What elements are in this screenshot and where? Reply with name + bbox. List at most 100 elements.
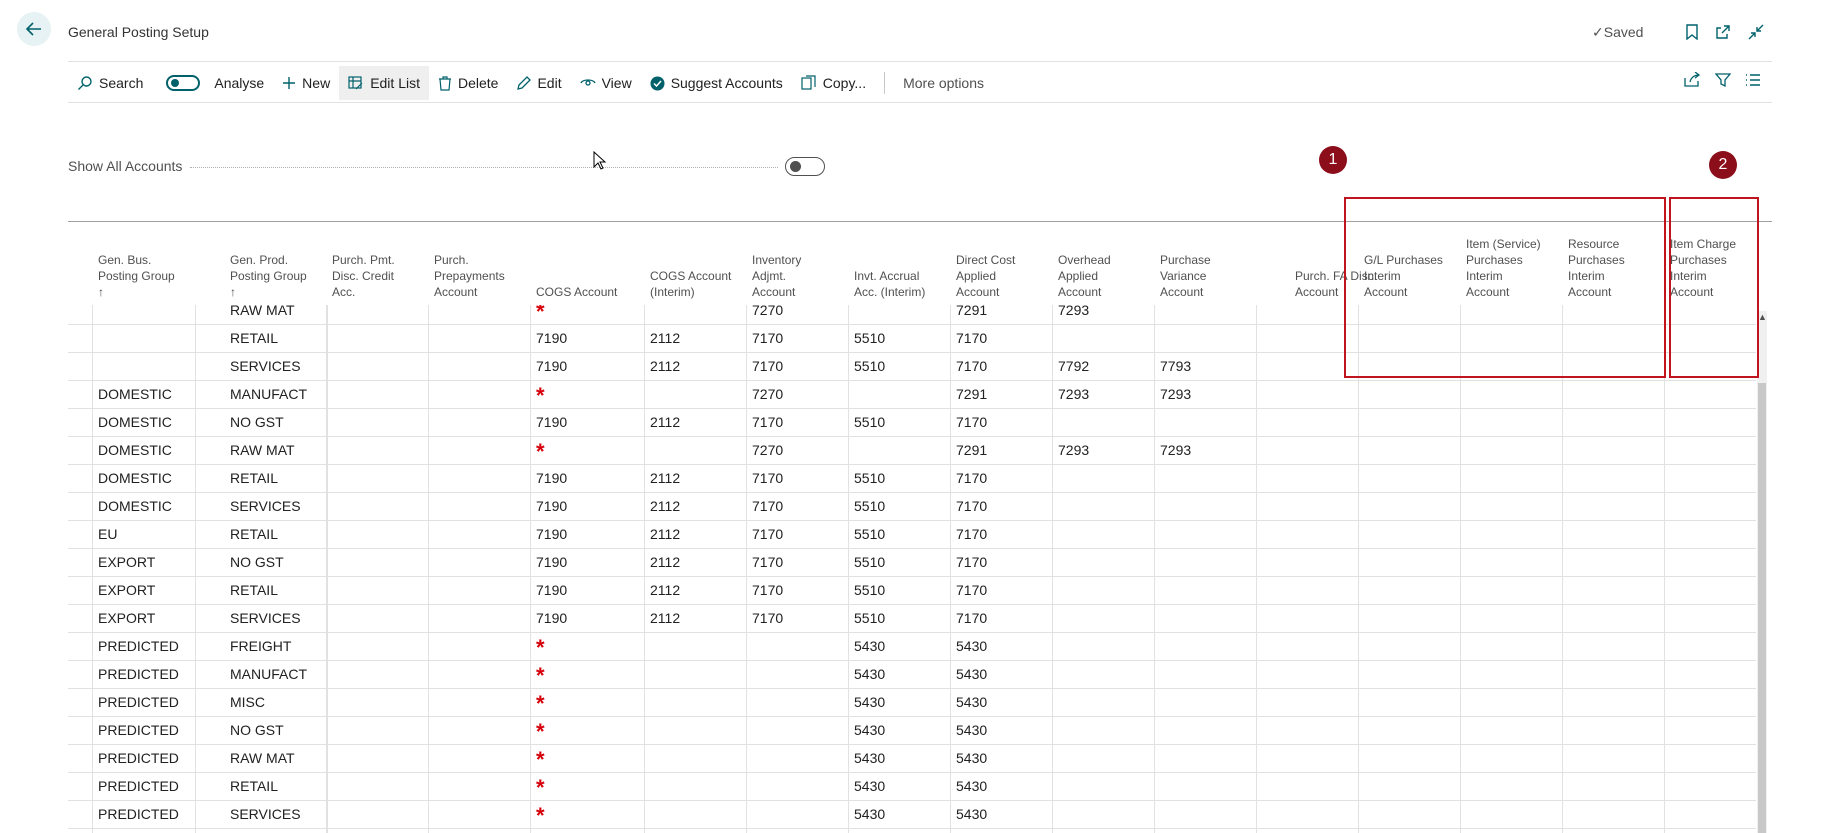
share-icon[interactable] (1683, 72, 1701, 88)
cell-invt-accrual[interactable]: 5430 (854, 717, 885, 744)
analyse-toggle[interactable]: Analyse (152, 66, 273, 100)
cell-direct-cost[interactable]: 7170 (956, 549, 987, 576)
cell-invt-accrual[interactable]: 5430 (854, 745, 885, 772)
list-view-icon[interactable] (1745, 72, 1761, 88)
cell-bus[interactable]: PREDICTED (98, 773, 179, 800)
cell-invt-accrual[interactable]: 5510 (854, 521, 885, 548)
back-button[interactable] (17, 12, 51, 46)
cell-cogs[interactable]: 7190 (536, 549, 567, 576)
view-button[interactable]: View (571, 66, 641, 100)
suggest-accounts-button[interactable]: Suggest Accounts (641, 66, 792, 100)
cell-prod[interactable]: FREIGHT (230, 633, 291, 660)
cell-direct-cost[interactable]: 5430 (956, 745, 987, 772)
table-row[interactable]: PREDICTED FREIGHT * 5430 5430 (68, 633, 1756, 661)
cell-bus[interactable]: PREDICTED (98, 689, 179, 716)
cell-invt-accrual[interactable]: 5430 (854, 661, 885, 688)
cell-prod[interactable]: RETAIL (230, 325, 278, 352)
cell-cogs-interim[interactable]: 2112 (650, 409, 680, 436)
table-row[interactable]: DOMESTIC MANUFACT * 7270 7291 7293 7293 (68, 381, 1756, 409)
cell-bus[interactable]: PREDICTED (98, 745, 179, 772)
cell-cogs-interim[interactable]: 2112 (650, 521, 680, 548)
cell-cogs-interim[interactable]: 2112 (650, 493, 680, 520)
cell-inv-adj[interactable]: 7170 (752, 465, 783, 492)
cell-direct-cost[interactable]: 7170 (956, 353, 987, 380)
cell-cogs-interim[interactable]: 2112 (650, 549, 680, 576)
bookmark-icon[interactable] (1682, 22, 1702, 42)
open-new-window-icon[interactable] (1713, 22, 1733, 42)
table-row[interactable]: PREDICTED MISC * 5430 5430 (68, 689, 1756, 717)
cell-prod[interactable]: RETAIL (230, 465, 278, 492)
cell-bus[interactable]: PREDICTED (98, 633, 179, 660)
cell-prod[interactable]: RETAIL (230, 773, 278, 800)
filter-icon[interactable] (1715, 72, 1731, 88)
cell-direct-cost[interactable]: 5430 (956, 689, 987, 716)
cell-direct-cost[interactable]: 7170 (956, 325, 987, 352)
new-button[interactable]: New (273, 66, 339, 100)
cell-inv-adj[interactable]: 7170 (752, 353, 783, 380)
cell-cogs-interim[interactable]: 2112 (650, 325, 680, 352)
cell-prod[interactable]: SERVICES (230, 801, 301, 828)
required-asterisk-icon[interactable]: * (536, 437, 545, 464)
required-asterisk-icon[interactable]: * (536, 689, 545, 716)
table-row[interactable]: PREDICTED NO GST * 5430 5430 (68, 717, 1756, 745)
cell-cogs-interim[interactable]: 2112 (650, 353, 680, 380)
cell-bus[interactable]: PREDICTED (98, 661, 179, 688)
cell-prod[interactable]: RAW MAT (230, 437, 295, 464)
cell-invt-accrual[interactable]: 5510 (854, 577, 885, 604)
cell-overhead[interactable]: 7293 (1058, 305, 1089, 324)
cell-cogs[interactable]: 7190 (536, 493, 567, 520)
column-header[interactable]: Purch. Prepayments Account (434, 220, 505, 300)
cell-invt-accrual[interactable]: 5510 (854, 325, 885, 352)
cell-inv-adj[interactable]: 7170 (752, 549, 783, 576)
cell-inv-adj[interactable]: 7270 (752, 437, 783, 464)
required-asterisk-icon[interactable]: * (536, 305, 545, 324)
cell-invt-accrual[interactable]: 5510 (854, 353, 885, 380)
cell-overhead[interactable]: 7792 (1058, 353, 1089, 380)
cell-bus[interactable]: PREDICTED (98, 801, 179, 828)
cell-direct-cost[interactable]: 7170 (956, 465, 987, 492)
edit-button[interactable]: Edit (507, 66, 570, 100)
cell-bus[interactable]: DOMESTIC (98, 493, 172, 520)
required-asterisk-icon[interactable]: * (536, 633, 545, 660)
cell-cogs[interactable]: 7190 (536, 605, 567, 632)
column-header[interactable]: COGS Account (536, 220, 617, 300)
more-options-button[interactable]: More options (894, 66, 993, 100)
cell-prod[interactable]: NO GST (230, 409, 284, 436)
cell-inv-adj[interactable]: 7170 (752, 409, 783, 436)
cell-prod[interactable]: RAW MAT (230, 745, 295, 772)
table-row[interactable]: EXPORT NO GST 7190 2112 7170 5510 7170 (68, 549, 1756, 577)
table-row[interactable]: EXPORT SERVICES 7190 2112 7170 5510 7170 (68, 605, 1756, 633)
column-header[interactable]: Gen. Bus. Posting Group ↑ (98, 220, 175, 300)
cell-inv-adj[interactable]: 7170 (752, 605, 783, 632)
cell-overhead[interactable]: 7293 (1058, 381, 1089, 408)
required-asterisk-icon[interactable]: * (536, 381, 545, 408)
cell-cogs-interim[interactable]: 2112 (650, 465, 680, 492)
cell-invt-accrual[interactable]: 5430 (854, 633, 885, 660)
cell-inv-adj[interactable]: 7270 (752, 305, 783, 324)
column-header[interactable]: Overhead Applied Account (1058, 220, 1111, 300)
cell-cogs[interactable]: 7190 (536, 577, 567, 604)
cell-prod[interactable]: NO GST (230, 549, 284, 576)
cell-direct-cost[interactable]: 7291 (956, 381, 987, 408)
table-row[interactable]: PREDICTED RETAIL * 5430 5430 (68, 773, 1756, 801)
cell-prod[interactable]: RAW MAT (230, 305, 295, 324)
cell-invt-accrual[interactable]: 5430 (854, 773, 885, 800)
required-asterisk-icon[interactable]: * (536, 801, 545, 828)
table-row[interactable]: PREDICTED SERVICES * 5430 5430 (68, 801, 1756, 829)
cell-cogs[interactable]: 7190 (536, 521, 567, 548)
cell-direct-cost[interactable]: 7170 (956, 409, 987, 436)
collapse-icon[interactable] (1746, 22, 1766, 42)
cell-direct-cost[interactable]: 7291 (956, 437, 987, 464)
cell-bus[interactable]: EXPORT (98, 549, 155, 576)
cell-prod[interactable]: SERVICES (230, 605, 301, 632)
cell-prod[interactable]: RETAIL (230, 577, 278, 604)
table-row[interactable]: PREDICTED MANUFACT * 5430 5430 (68, 661, 1756, 689)
table-row[interactable]: DOMESTIC RAW MAT * 7270 7291 7293 7293 (68, 437, 1756, 465)
cell-inv-adj[interactable]: 7170 (752, 493, 783, 520)
cell-bus[interactable]: DOMESTIC (98, 409, 172, 436)
copy-button[interactable]: Copy... (792, 66, 875, 100)
cell-invt-accrual[interactable]: 5510 (854, 465, 885, 492)
table-row[interactable]: EU RETAIL 7190 2112 7170 5510 7170 (68, 521, 1756, 549)
cell-prod[interactable]: NO GST (230, 717, 284, 744)
cell-inv-adj[interactable]: 7170 (752, 521, 783, 548)
